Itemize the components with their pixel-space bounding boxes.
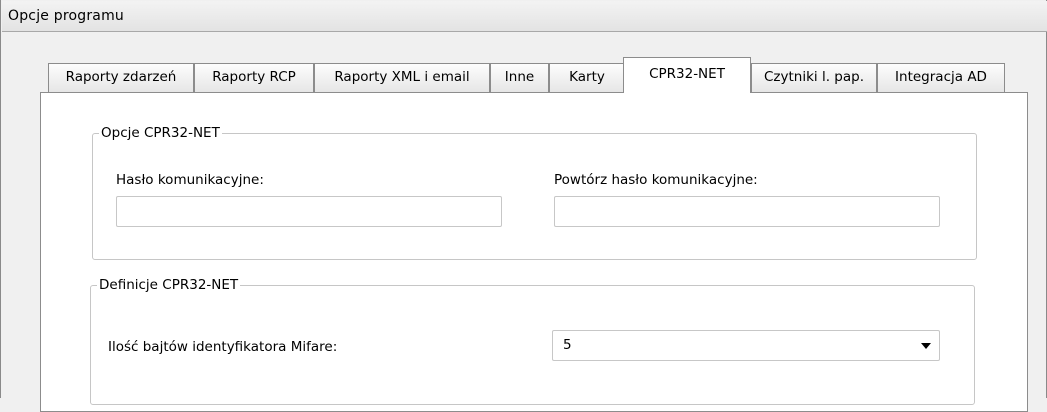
- password-label: Hasło komunikacyjne:: [116, 172, 264, 188]
- tab-raporty-zdarzen[interactable]: Raporty zdarzeń: [48, 63, 194, 92]
- chevron-down-icon[interactable]: [921, 343, 931, 349]
- definitions-cpr32-net-group: Definicje CPR32-NET Ilość bajtów identyf…: [90, 276, 975, 405]
- password-field[interactable]: [116, 196, 502, 227]
- tab-inne[interactable]: Inne: [490, 63, 549, 92]
- tab-raporty-rcp[interactable]: Raporty RCP: [194, 63, 314, 92]
- title-bar: Opcje programu: [2, 1, 1047, 32]
- window-title: Opcje programu: [8, 8, 124, 24]
- tab-integracja-ad[interactable]: Integracja AD: [877, 63, 1005, 92]
- tab-cpr32-net[interactable]: CPR32-NET: [623, 57, 751, 93]
- repeat-password-field[interactable]: [554, 196, 940, 227]
- mifare-bytes-label: Ilość bajtów identyfikatora Mifare:: [108, 339, 338, 355]
- tab-karty[interactable]: Karty: [549, 63, 625, 92]
- tab-panel-cpr32-net: Opcje CPR32-NET Hasło komunikacyjne: Pow…: [40, 92, 1028, 412]
- options-cpr32-net-group: Opcje CPR32-NET Hasło komunikacyjne: Pow…: [92, 124, 977, 260]
- mifare-bytes-select[interactable]: 5: [552, 330, 940, 361]
- tab-czytniki-l-pap[interactable]: Czytniki l. pap.: [751, 63, 877, 92]
- options-window: Opcje programu Raporty zdarzeń Raporty R…: [0, 0, 1047, 412]
- repeat-password-label: Powtórz hasło komunikacyjne:: [554, 172, 758, 188]
- tab-raporty-xml-email[interactable]: Raporty XML i email: [314, 63, 490, 92]
- mifare-bytes-value: 5: [563, 337, 572, 353]
- options-group-legend: Opcje CPR32-NET: [99, 124, 222, 142]
- definitions-group-legend: Definicje CPR32-NET: [97, 276, 241, 294]
